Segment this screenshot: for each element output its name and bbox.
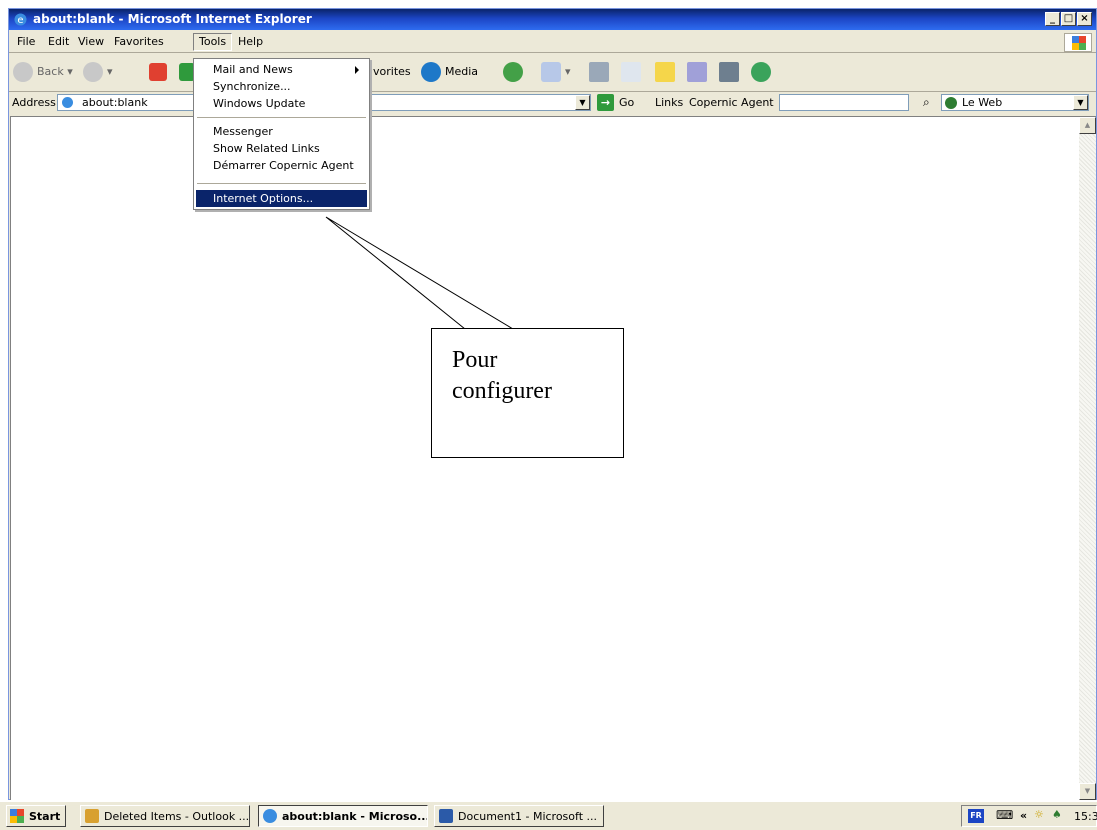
start-label: Start xyxy=(29,810,61,823)
title-bar[interactable]: e about:blank - Microsoft Internet Explo… xyxy=(9,9,1096,30)
lightning-icon xyxy=(687,62,707,82)
system-tray: FR ⌨ « ☼ ♠ 15:31 xyxy=(961,805,1097,827)
back-button[interactable]: Back ▾ xyxy=(13,59,73,85)
tray-chevron-icon[interactable]: « xyxy=(1020,809,1027,822)
edit-button[interactable] xyxy=(621,59,645,85)
address-bar: Address about:blank ▼ → Go Links Coperni… xyxy=(9,92,1096,114)
network-icon[interactable]: ♠ xyxy=(1052,808,1062,821)
ie-task-icon xyxy=(263,809,277,823)
tools-toolbar-button[interactable] xyxy=(719,59,743,85)
page-content[interactable]: ▲ ▼ xyxy=(10,116,1096,800)
copernic-search-input[interactable] xyxy=(779,94,909,111)
forward-arrow-icon xyxy=(83,62,103,82)
submenu-arrow-icon xyxy=(355,66,359,74)
print-button[interactable] xyxy=(589,59,613,85)
menu-internet-options[interactable]: Internet Options... xyxy=(196,190,367,207)
stop-button[interactable] xyxy=(149,59,171,85)
task-ie-label: about:blank - Microso... xyxy=(282,810,428,823)
search-scope-dropdown[interactable]: ▼ xyxy=(1073,95,1088,110)
media-icon xyxy=(421,62,441,82)
task-outlook-label: Deleted Items - Outlook ... xyxy=(104,810,250,823)
taskbar: Start Deleted Items - Outlook ... about:… xyxy=(0,801,1097,830)
close-button[interactable]: × xyxy=(1077,12,1092,26)
standard-toolbar: Back ▾ ▾ vorites Media ▾ xyxy=(9,53,1096,92)
word-icon xyxy=(439,809,453,823)
callout-text: Pour configurer xyxy=(452,345,552,407)
stop-icon xyxy=(149,63,167,81)
globe-icon xyxy=(945,97,957,109)
minimize-button[interactable]: _ xyxy=(1045,12,1060,26)
mail-icon xyxy=(541,62,561,82)
start-flag-icon xyxy=(10,809,24,823)
ie-icon: e xyxy=(14,13,27,26)
search-scope-value: Le Web xyxy=(962,96,1003,109)
menu-separator xyxy=(197,117,366,118)
task-word-label: Document1 - Microsoft ... xyxy=(458,810,597,823)
note-icon xyxy=(655,62,675,82)
search-icon[interactable]: ⌕ xyxy=(923,95,930,110)
menu-mail-and-news-label: Mail and News xyxy=(213,63,293,76)
vertical-scrollbar[interactable]: ▲ ▼ xyxy=(1079,117,1096,800)
callout-line-2: configurer xyxy=(452,378,552,404)
research-button[interactable] xyxy=(687,59,711,85)
task-ie[interactable]: about:blank - Microso... xyxy=(258,805,428,827)
svg-text:e: e xyxy=(17,15,23,26)
windows-flag-icon xyxy=(1072,36,1086,50)
go-arrow-icon[interactable]: → xyxy=(597,94,614,111)
messenger-button[interactable] xyxy=(751,59,775,85)
favorites-button[interactable]: vorites xyxy=(373,59,411,85)
back-arrow-icon xyxy=(13,62,33,82)
menu-show-related-links[interactable]: Show Related Links xyxy=(196,140,367,157)
media-button[interactable]: Media xyxy=(421,59,478,85)
keyboard-icon[interactable]: ⌨ xyxy=(996,808,1013,822)
messenger-icon xyxy=(751,62,771,82)
menu-synchronize[interactable]: Synchronize... xyxy=(196,78,367,95)
go-button[interactable]: Go xyxy=(619,96,634,109)
forward-button[interactable]: ▾ xyxy=(83,59,113,85)
callout-box: Pour configurer xyxy=(431,328,624,458)
menu-messenger[interactable]: Messenger xyxy=(196,123,367,140)
ie-page-icon xyxy=(62,97,73,108)
mail-button[interactable]: ▾ xyxy=(541,59,571,85)
menu-bar: File Edit View Favorites Tools Help xyxy=(9,31,1096,53)
tools-icon xyxy=(719,62,739,82)
menu-file[interactable]: File xyxy=(12,34,40,50)
edit-icon xyxy=(621,62,641,82)
history-button[interactable] xyxy=(503,59,527,85)
callout-line-1: Pour xyxy=(452,347,498,373)
menu-help[interactable]: Help xyxy=(233,34,268,50)
menu-edit[interactable]: Edit xyxy=(43,34,74,50)
print-icon xyxy=(589,62,609,82)
menu-tools[interactable]: Tools xyxy=(193,33,233,51)
menu-demarrer-copernic-agent[interactable]: Démarrer Copernic Agent xyxy=(196,157,367,174)
back-label: Back xyxy=(37,65,64,78)
scroll-up-button[interactable]: ▲ xyxy=(1079,117,1096,134)
menu-separator xyxy=(197,183,366,184)
menu-view[interactable]: View xyxy=(73,34,109,50)
language-badge[interactable]: FR xyxy=(968,809,984,823)
links-button[interactable]: Links xyxy=(655,96,683,109)
address-label: Address xyxy=(12,96,56,109)
scroll-down-button[interactable]: ▼ xyxy=(1079,783,1096,800)
windows-logo xyxy=(1064,33,1092,52)
address-dropdown-button[interactable]: ▼ xyxy=(575,95,590,110)
search-scope-select[interactable]: Le Web ▼ xyxy=(941,94,1089,111)
bulb-icon[interactable]: ☼ xyxy=(1034,808,1044,821)
window-title: about:blank - Microsoft Internet Explore… xyxy=(33,12,312,26)
outlook-icon xyxy=(85,809,99,823)
task-word[interactable]: Document1 - Microsoft ... xyxy=(434,805,604,827)
history-icon xyxy=(503,62,523,82)
task-outlook[interactable]: Deleted Items - Outlook ... xyxy=(80,805,250,827)
discuss-button[interactable] xyxy=(655,59,679,85)
media-label: Media xyxy=(445,65,479,78)
clock: 15:31 xyxy=(1074,810,1097,823)
maximize-button[interactable]: □ xyxy=(1061,12,1076,26)
copernic-agent-label: Copernic Agent xyxy=(689,96,774,109)
start-button[interactable]: Start xyxy=(6,805,66,827)
tools-dropdown-menu: Mail and News Synchronize... Windows Upd… xyxy=(193,58,370,210)
menu-mail-and-news[interactable]: Mail and News xyxy=(196,61,367,78)
address-value: about:blank xyxy=(82,96,148,109)
menu-favorites[interactable]: Favorites xyxy=(109,34,169,50)
menu-windows-update[interactable]: Windows Update xyxy=(196,95,367,112)
